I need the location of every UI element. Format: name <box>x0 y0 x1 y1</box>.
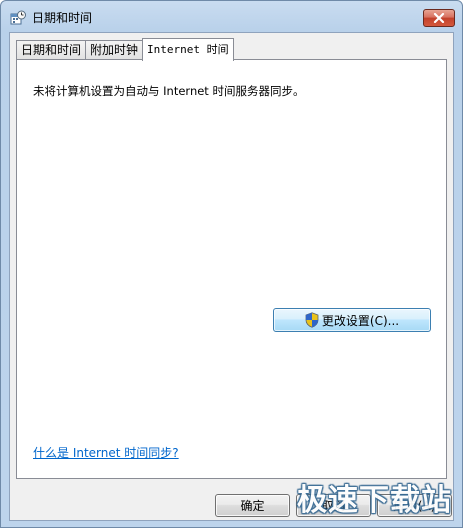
internet-time-panel: 未将计算机设置为自动与 Internet 时间服务器同步。 更改设置(C)...… <box>16 59 447 479</box>
tab-strip: 日期和时间 附加时钟 Internet 时间 <box>16 38 234 61</box>
tab-additional-clocks[interactable]: 附加时钟 <box>85 40 144 60</box>
dialog-client-area: 日期和时间 附加时钟 Internet 时间 未将计算机设置为自动与 Inter… <box>9 32 454 521</box>
tab-date-and-time[interactable]: 日期和时间 <box>16 40 87 60</box>
sync-status-text: 未将计算机设置为自动与 Internet 时间服务器同步。 <box>33 84 305 98</box>
close-button[interactable] <box>423 9 455 27</box>
ok-button[interactable]: 确定 <box>215 494 290 517</box>
change-settings-label: 更改设置(C)... <box>321 313 400 328</box>
cancel-button[interactable]: 取消 <box>296 494 371 517</box>
date-time-dialog: 日期和时间 日期和时间 附加时钟 Internet 时间 未将计算机设置为自动与… <box>0 0 463 528</box>
uac-shield-icon <box>305 312 319 328</box>
apply-button[interactable]: 应用(A) <box>377 494 452 517</box>
calendar-clock-icon <box>10 10 26 25</box>
close-icon <box>433 13 445 23</box>
help-link-internet-time[interactable]: 什么是 Internet 时间同步? <box>33 444 179 461</box>
tab-internet-time[interactable]: Internet 时间 <box>142 38 234 61</box>
change-settings-button[interactable]: 更改设置(C)... <box>273 308 431 332</box>
window-title: 日期和时间 <box>32 11 93 25</box>
title-bar: 日期和时间 <box>1 1 462 33</box>
